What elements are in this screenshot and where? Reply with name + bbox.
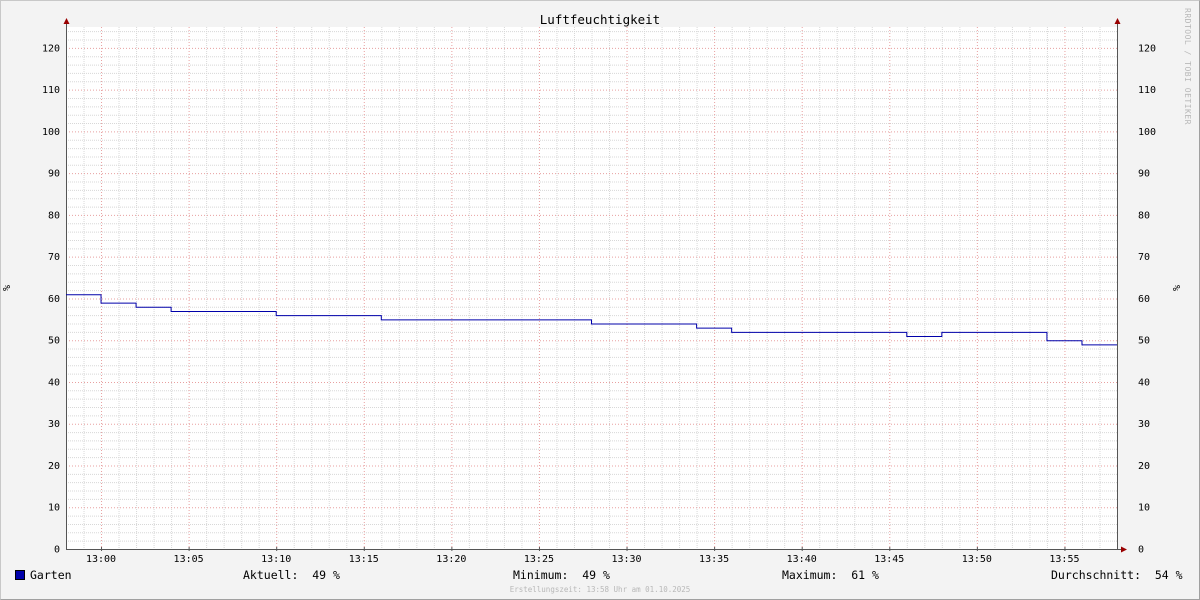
y-tick-label-right: 0 [1138, 545, 1144, 556]
legend-current-value: 49 % [312, 568, 340, 582]
y-tick-label-left: 120 [42, 43, 60, 54]
chart-title: Luftfeuchtigkeit [540, 12, 660, 27]
y-tick-label-right: 120 [1138, 43, 1156, 54]
y-axis-label-right: % [1172, 285, 1183, 291]
legend-minimum: Minimum: 49 % [513, 568, 610, 582]
y-tick-label-left: 80 [48, 210, 60, 221]
y-tick-label-right: 40 [1138, 377, 1150, 388]
x-tick-label: 13:55 [1049, 554, 1079, 565]
x-tick-label: 13:35 [699, 554, 729, 565]
legend-maximum: Maximum: 61 % [782, 568, 879, 582]
y-axis-right-arrow-icon [1114, 18, 1121, 24]
x-axis-ticks: 13:00 13:05 13:10 13:15 13:20 13:25 13:30 13:35… [86, 554, 1080, 565]
y-tick-label-left: 110 [42, 85, 60, 96]
y-tick-label-right: 50 [1138, 336, 1150, 347]
y-tick-label-left: 70 [48, 252, 60, 263]
x-axis-arrow-icon [1121, 546, 1127, 553]
y-axis-right-ticks: 0 10 20 30 40 50 60 70 80 90 100 110 120 [1138, 43, 1156, 555]
y-tick-label-right: 100 [1138, 127, 1156, 138]
legend-series-name: Garten [30, 568, 72, 582]
y-tick-label-left: 90 [48, 169, 60, 180]
x-tick-label: 13:40 [787, 554, 817, 565]
watermark: RRDTOOL / TOBI OETIKER [1183, 8, 1192, 125]
y-tick-label-right: 10 [1138, 503, 1150, 514]
x-tick-label: 13:10 [261, 554, 291, 565]
y-tick-label-left: 60 [48, 294, 60, 305]
y-tick-label-left: 40 [48, 377, 60, 388]
y-tick-label-left: 10 [48, 503, 60, 514]
y-tick-label-left: 30 [48, 419, 60, 430]
x-tick-label: 13:50 [962, 554, 992, 565]
legend-max-value: 61 % [851, 568, 879, 582]
legend-current: Aktuell: 49 % [243, 568, 340, 582]
x-tick-label: 13:25 [524, 554, 554, 565]
y-tick-label-left: 100 [42, 127, 60, 138]
y-tick-label-right: 60 [1138, 294, 1150, 305]
legend-swatch-garten [15, 570, 25, 580]
y-axis-label-left: % [2, 285, 13, 291]
x-tick-label: 13:20 [436, 554, 466, 565]
y-tick-label-right: 110 [1138, 85, 1156, 96]
legend-avg-label: Durchschnitt: [1051, 568, 1142, 582]
x-tick-label: 13:45 [874, 554, 904, 565]
y-tick-label-left: 0 [54, 545, 60, 556]
x-tick-label: 13:05 [174, 554, 204, 565]
y-tick-label-left: 50 [48, 336, 60, 347]
x-tick-label: 13:15 [349, 554, 379, 565]
x-tick-label: 13:30 [611, 554, 641, 565]
y-axis-left-arrow-icon [63, 18, 70, 24]
y-tick-label-right: 90 [1138, 169, 1150, 180]
y-tick-label-left: 20 [48, 461, 60, 472]
legend-min-value: 49 % [582, 568, 610, 582]
legend-average: Durchschnitt: 54 % [1051, 568, 1183, 582]
legend-max-label: Maximum: [782, 568, 838, 582]
y-tick-label-right: 70 [1138, 252, 1150, 263]
x-tick-label: 13:00 [86, 554, 116, 565]
y-tick-label-right: 30 [1138, 419, 1150, 430]
footer-timestamp: Erstellungszeit: 13:58 Uhr am 01.10.2025 [509, 585, 691, 594]
y-axis-left-ticks: 0 10 20 30 40 50 60 70 80 90 100 110 120 [42, 43, 60, 555]
y-tick-label-right: 80 [1138, 210, 1150, 221]
legend-min-label: Minimum: [513, 568, 569, 582]
legend-avg-value: 54 % [1154, 568, 1183, 582]
chart: 0 10 20 30 40 50 60 70 80 90 100 110 120 0 10 20 30 40 50… [2, 12, 1183, 565]
legend-current-label: Aktuell: [243, 568, 299, 582]
y-tick-label-right: 20 [1138, 461, 1150, 472]
